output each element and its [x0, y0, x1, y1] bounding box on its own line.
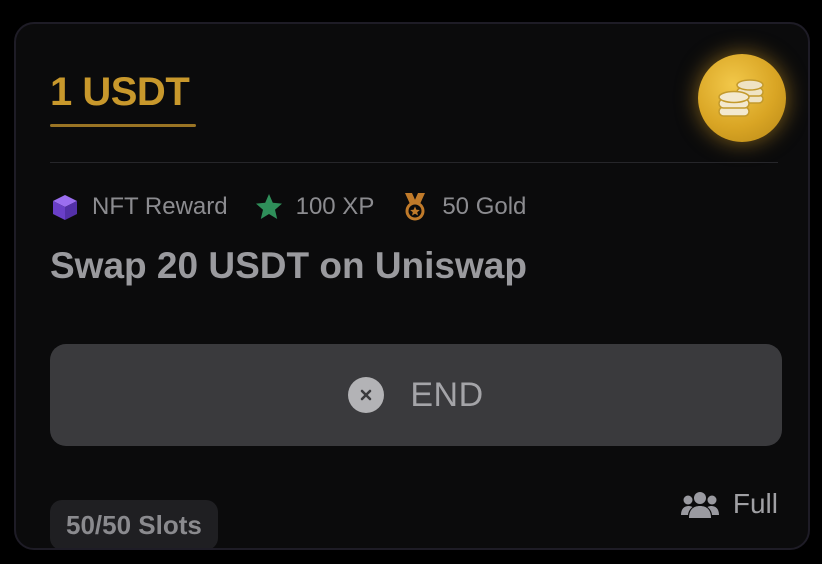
reward-tags: NFT Reward 100 XP 50 Gold — [50, 190, 552, 224]
tag-gold: 50 Gold — [400, 192, 526, 222]
medal-icon — [400, 192, 430, 222]
status-label: Full — [732, 488, 778, 519]
star-icon — [254, 192, 284, 222]
reward-underline — [50, 124, 196, 127]
tag-label: NFT Reward — [92, 193, 228, 220]
slots-label: 50/50 Slots — [66, 509, 202, 540]
coins-icon — [698, 54, 786, 142]
slots-badge: 50/50 Slots — [50, 500, 218, 548]
end-button-label: END — [410, 375, 484, 414]
tag-xp: 100 XP — [254, 192, 375, 222]
users-icon — [680, 489, 719, 519]
tag-label: 50 Gold — [442, 193, 527, 220]
tag-label: 100 XP — [295, 193, 375, 220]
cube-icon — [50, 192, 80, 222]
end-button[interactable]: END — [50, 344, 782, 446]
status-indicator: Full — [680, 484, 778, 524]
reward-amount: 1 USDT — [50, 70, 190, 114]
divider — [50, 162, 778, 163]
close-circle-icon — [348, 377, 385, 413]
tag-nft-reward: NFT Reward — [50, 192, 228, 222]
quest-card: 1 USDT NFT Reward 100 XP 50 Gold Swap 20… — [14, 22, 810, 550]
quest-title: Swap 20 USDT on Uniswap — [50, 245, 527, 286]
